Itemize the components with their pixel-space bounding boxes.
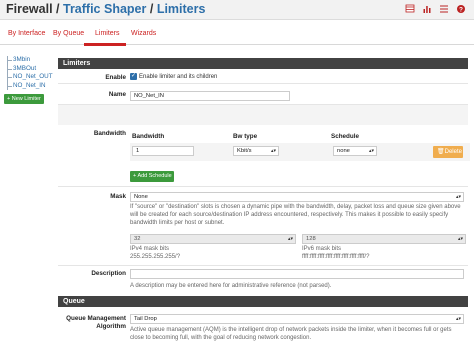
- list-icon[interactable]: [439, 4, 449, 14]
- enable-checkbox[interactable]: ✓: [130, 73, 137, 80]
- chevron-down-icon: ▴▾: [287, 236, 293, 242]
- bandwidth-label: Bandwidth: [93, 130, 126, 137]
- enable-label: Enable: [105, 74, 126, 81]
- tab-wizards[interactable]: Wizards: [131, 30, 156, 37]
- ipv4-mask-select[interactable]: 32 ▴▾: [130, 234, 296, 244]
- enable-text: Enable limiter and its children: [139, 73, 218, 80]
- tab-by-interface[interactable]: By Interface: [8, 30, 45, 37]
- new-limiter-button[interactable]: + New Limiter: [4, 94, 44, 104]
- name-label: Name: [108, 91, 126, 98]
- enable-row: Enable ✓ Enable limiter and its children: [58, 69, 468, 84]
- tab-bar: By Interface By Queue Limiters Wizards: [0, 26, 474, 46]
- ipv6-mask-label: IPv6 mask bits: [302, 246, 342, 252]
- tab-limiters[interactable]: Limiters: [95, 30, 120, 37]
- limiters-heading: Limiters: [58, 58, 468, 69]
- ipv4-mask-label: IPv4 mask bits: [130, 246, 170, 252]
- schedule-value: none: [337, 148, 350, 154]
- description-row: Description A description may be entered…: [58, 266, 468, 294]
- queue-panel: Queue Queue Management Algorithm Tail Dr…: [58, 296, 468, 348]
- breadcrumb-traffic-shaper[interactable]: Traffic Shaper: [63, 2, 146, 16]
- chart-icon[interactable]: [422, 4, 432, 14]
- queue-management-label-line2: Algorithm: [96, 323, 126, 330]
- header-icons: ?: [405, 4, 466, 14]
- bandwidth-column-header: Bandwidth: [132, 133, 165, 140]
- delete-button[interactable]: 🗑Delete: [433, 146, 463, 158]
- ipv4-mask-value: 32: [134, 236, 141, 242]
- ipv4-mask-text: 255.255.255.255/?: [130, 254, 181, 260]
- chevron-down-icon: ▴▾: [270, 148, 276, 154]
- mask-value: None: [134, 194, 148, 200]
- breadcrumb-separator: /: [56, 2, 60, 16]
- name-input[interactable]: NO_Net_IN: [130, 91, 290, 101]
- mask-label: Mask: [110, 193, 126, 200]
- description-label: Description: [91, 270, 126, 277]
- mask-row: Mask None ▴▾ If "source" or "destination"…: [58, 187, 468, 266]
- delete-label: Delete: [444, 149, 462, 155]
- chevron-down-icon: ▴▾: [457, 236, 463, 242]
- help-icon[interactable]: ?: [456, 4, 466, 14]
- breadcrumb: Firewall / Traffic Shaper / Limiters: [6, 2, 205, 16]
- tree-item[interactable]: NO_Net_OUT: [4, 73, 54, 82]
- chevron-down-icon: ▴▾: [455, 316, 461, 322]
- ipv6-mask-select[interactable]: 128 ▴▾: [302, 234, 466, 244]
- queue-heading: Queue: [58, 296, 468, 307]
- ipv6-mask-value: 128: [306, 236, 316, 242]
- limiter-tree: 3Mbin 3MBOut NO_Net_OUT NO_Net_IN: [4, 56, 54, 90]
- ipv6-mask-text: ffff:ffff:ffff:ffff:ffff:ffff:ffff:ffff/…: [302, 254, 370, 260]
- description-input[interactable]: [130, 269, 464, 279]
- schedule-column-header: Schedule: [331, 133, 359, 140]
- new-limiter-label: New Limiter: [11, 96, 41, 102]
- tab-by-queue[interactable]: By Queue: [53, 30, 84, 37]
- queue-management-row: Queue Management Algorithm Tail Drop ▴▾ A…: [58, 307, 468, 348]
- svg-text:?: ?: [459, 6, 463, 13]
- tree-item[interactable]: NO_Net_IN: [4, 81, 54, 91]
- queue-management-value: Tail Drop: [134, 316, 157, 322]
- bwtype-select[interactable]: Kbit/s ▴▾: [233, 146, 279, 156]
- bandwidth-row: Bandwidth Bandwidth Bw type Schedule 1 K…: [58, 125, 470, 187]
- chevron-down-icon: ▴▾: [368, 148, 374, 154]
- add-schedule-button[interactable]: + Add Schedule: [130, 171, 174, 182]
- spacer: [58, 105, 468, 125]
- active-tab-indicator: [84, 43, 126, 46]
- schedule-select[interactable]: none ▴▾: [333, 146, 377, 156]
- bandwidth-input[interactable]: 1: [132, 146, 194, 156]
- name-row: Name NO_Net_IN: [58, 84, 468, 105]
- chevron-down-icon: ▴▾: [455, 194, 461, 200]
- trash-icon: 🗑: [437, 149, 445, 155]
- tree-item[interactable]: 3MBOut: [4, 64, 54, 74]
- bwtype-value: Kbit/s: [237, 148, 252, 154]
- tree-item[interactable]: 3Mbin: [4, 56, 54, 65]
- breadcrumb-limiters[interactable]: Limiters: [157, 2, 206, 16]
- description-hint: A description may be entered here for ad…: [130, 283, 332, 289]
- breadcrumb-separator: /: [149, 2, 154, 16]
- queue-management-label: Queue Management: [66, 315, 126, 322]
- top-bar: Firewall / Traffic Shaper / Limiters ?: [0, 0, 474, 20]
- limiters-panel: Limiters Enable ✓ Enable limiter and its…: [58, 58, 470, 294]
- flag-icon[interactable]: [405, 4, 415, 14]
- queue-management-hint: Active queue management (AQM) is the int…: [130, 327, 452, 341]
- breadcrumb-firewall[interactable]: Firewall: [6, 2, 53, 16]
- add-schedule-label: Add Schedule: [137, 173, 172, 179]
- mask-hint: If "source" or "destination" slots is ch…: [130, 204, 461, 226]
- bwtype-column-header: Bw type: [233, 133, 258, 140]
- queue-management-select[interactable]: Tail Drop ▴▾: [130, 314, 464, 324]
- mask-select[interactable]: None ▴▾: [130, 192, 464, 202]
